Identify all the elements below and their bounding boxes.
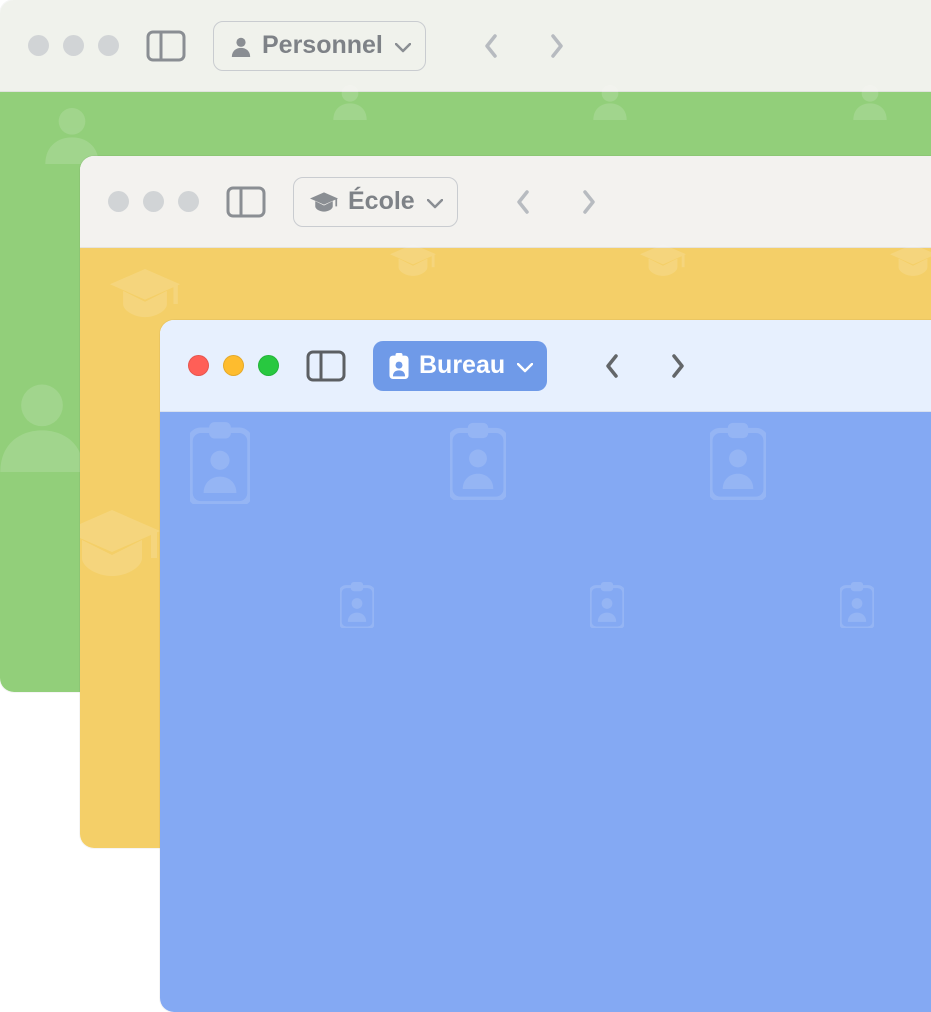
graduation-cap-icon (310, 192, 338, 212)
minimize-button[interactable] (143, 191, 164, 212)
nav-arrows (508, 182, 604, 222)
chevron-down-icon (427, 187, 443, 216)
titlebar: Personnel (0, 0, 931, 92)
traffic-lights (108, 191, 199, 212)
traffic-lights (28, 35, 119, 56)
person-icon (230, 35, 252, 57)
profile-label: Bureau (419, 351, 505, 380)
zoom-button[interactable] (178, 191, 199, 212)
close-button[interactable] (28, 35, 49, 56)
forward-button[interactable] (574, 182, 604, 222)
badge-icon (389, 353, 409, 379)
minimize-button[interactable] (223, 355, 244, 376)
profile-selector[interactable]: École (293, 177, 458, 227)
background-pattern (160, 412, 931, 1012)
nav-arrows (597, 346, 693, 386)
profile-label: École (348, 187, 415, 216)
profile-label: Personnel (262, 31, 383, 60)
zoom-button[interactable] (98, 35, 119, 56)
back-button[interactable] (476, 26, 506, 66)
titlebar: Bureau (160, 320, 931, 412)
back-button[interactable] (597, 346, 627, 386)
sidebar-toggle-button[interactable] (301, 344, 351, 388)
nav-arrows (476, 26, 572, 66)
content-area (160, 412, 931, 1012)
titlebar: École (80, 156, 931, 248)
profile-selector[interactable]: Personnel (213, 21, 426, 71)
safari-window-bureau: Bureau (160, 320, 931, 1012)
minimize-button[interactable] (63, 35, 84, 56)
sidebar-toggle-button[interactable] (221, 180, 271, 224)
traffic-lights (188, 355, 279, 376)
zoom-button[interactable] (258, 355, 279, 376)
close-button[interactable] (108, 191, 129, 212)
sidebar-toggle-button[interactable] (141, 24, 191, 68)
forward-button[interactable] (542, 26, 572, 66)
profile-selector[interactable]: Bureau (373, 341, 547, 391)
chevron-down-icon (517, 351, 533, 380)
back-button[interactable] (508, 182, 538, 222)
close-button[interactable] (188, 355, 209, 376)
chevron-down-icon (395, 31, 411, 60)
forward-button[interactable] (663, 346, 693, 386)
